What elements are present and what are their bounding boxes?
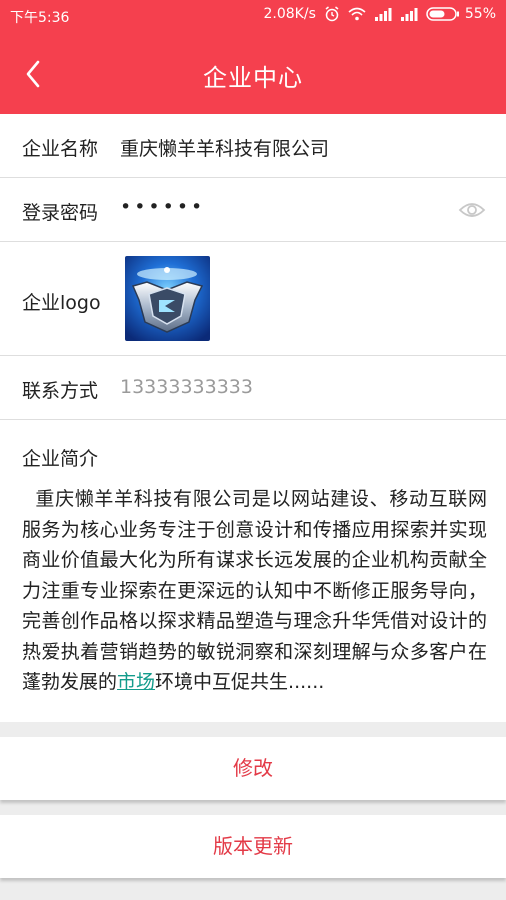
battery: 55%: [426, 6, 496, 22]
password-label: 登录密码: [22, 202, 99, 224]
contact-value: 13333333333: [120, 376, 253, 398]
signal-icon-2: [400, 8, 418, 21]
intro-market-link[interactable]: 市场: [117, 671, 155, 693]
intro-text-before: 重庆懒羊羊科技有限公司是以网站建设、移动互联网服务为核心业务专注于创意设计和传播…: [22, 488, 487, 693]
status-bar: 下午5:36 2.08K/s 55%: [0, 0, 506, 30]
status-indicators: 2.08K/s 55%: [264, 6, 497, 22]
company-name-value: 重庆懒羊羊科技有限公司: [120, 138, 330, 160]
version-update-button[interactable]: 版本更新: [0, 815, 506, 878]
app-header: 下午5:36 2.08K/s 55% 企业中心: [0, 0, 506, 114]
battery-icon: [426, 7, 459, 21]
battery-percent: 55%: [464, 6, 496, 22]
eye-icon[interactable]: [458, 200, 486, 220]
wifi-icon: [348, 7, 366, 21]
logo-image: [125, 256, 210, 341]
logo-row: 企业logo: [0, 242, 506, 356]
contact-label: 联系方式: [22, 380, 99, 402]
edit-button[interactable]: 修改: [0, 737, 506, 800]
intro-text: 重庆懒羊羊科技有限公司是以网站建设、移动互联网服务为核心业务专注于创意设计和传播…: [22, 484, 487, 698]
company-info-card: 企业名称 重庆懒羊羊科技有限公司 登录密码 •••••• 企业logo 联系方式…: [0, 114, 506, 722]
intro-text-after: 环境中互促共生......: [155, 671, 325, 693]
page-title: 企业中心: [203, 64, 303, 92]
status-time: 下午5:36: [10, 10, 70, 26]
contact-row: 联系方式 13333333333: [0, 356, 506, 420]
company-name-label: 企业名称: [22, 138, 99, 160]
alarm-icon: [325, 6, 339, 22]
password-value: ••••••: [120, 196, 206, 218]
signal-icon: [374, 8, 392, 21]
logo-label: 企业logo: [22, 292, 101, 314]
network-speed: 2.08K/s: [263, 6, 316, 22]
company-logo[interactable]: [125, 256, 210, 341]
company-name-row: 企业名称 重庆懒羊羊科技有限公司: [0, 114, 506, 178]
intro-label: 企业简介: [22, 448, 99, 470]
nav-bar: 企业中心: [0, 36, 506, 114]
password-row: 登录密码 ••••••: [0, 178, 506, 242]
